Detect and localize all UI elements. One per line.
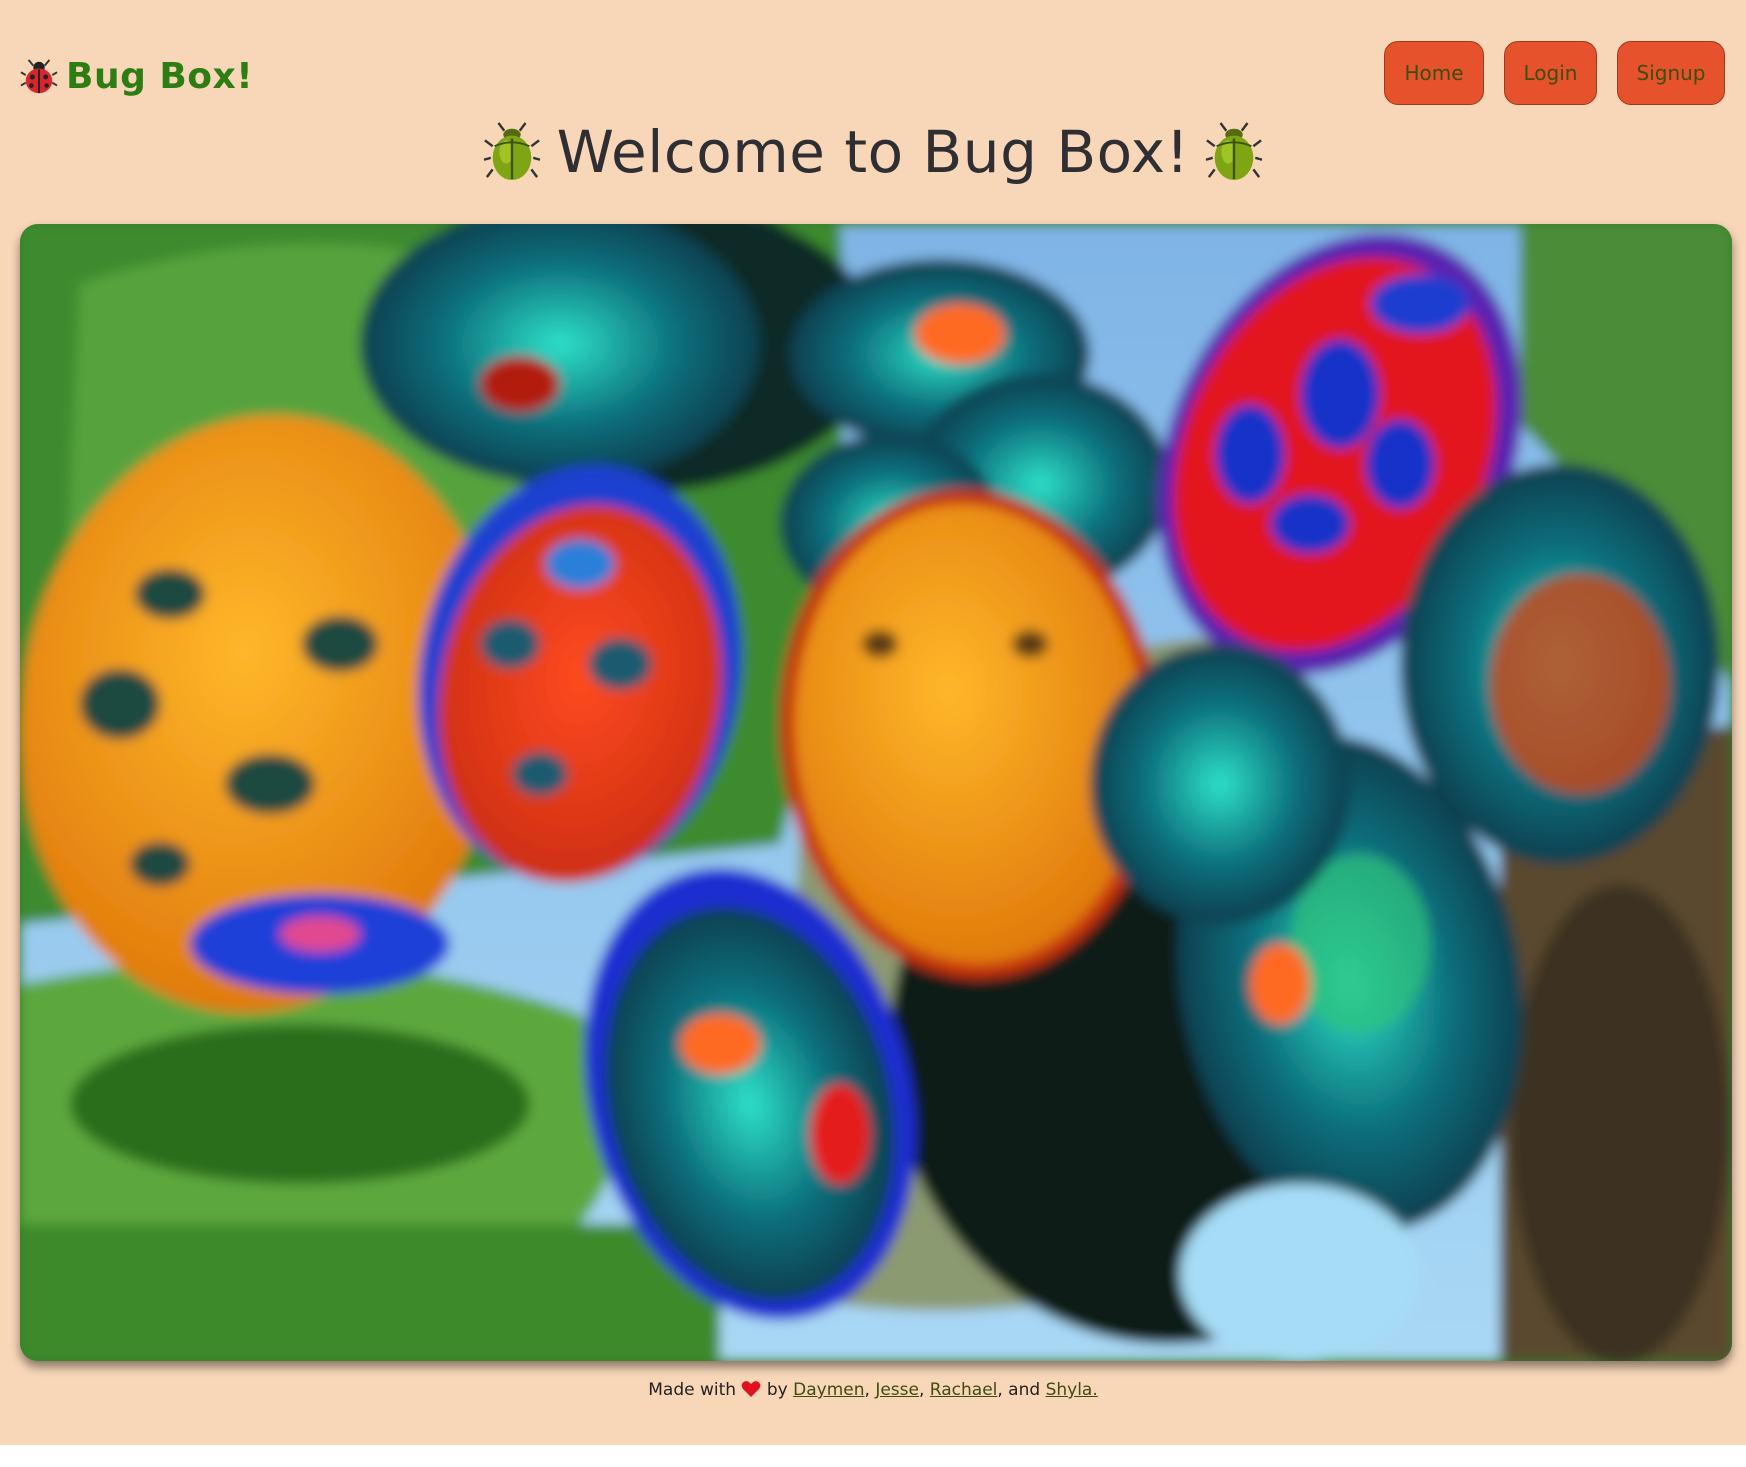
author-link-daymen[interactable]: Daymen [793, 1380, 864, 1400]
footer-separator: , and [997, 1380, 1041, 1400]
colorful-beetles-photo [20, 224, 1732, 1361]
login-button[interactable]: Login [1504, 41, 1597, 105]
footer-by: by [766, 1380, 788, 1400]
footer-separator: , [864, 1380, 870, 1400]
footer-made-with: Made with [648, 1380, 737, 1400]
heart-icon [742, 1381, 761, 1397]
beetle-icon [483, 122, 540, 181]
welcome-heading: Welcome to Bug Box! [0, 118, 1746, 186]
ladybug-icon [20, 58, 58, 93]
brand-title: Bug Box! [66, 56, 254, 97]
top-nav: Home Login Signup [1384, 41, 1725, 105]
author-link-rachael[interactable]: Rachael [930, 1380, 998, 1400]
page-title: Welcome to Bug Box! [556, 118, 1190, 186]
footer-separator: , [918, 1380, 925, 1400]
signup-button[interactable]: Signup [1617, 41, 1725, 105]
footer: Made with by Daymen, Jesse, Rachael, and… [0, 1380, 1746, 1400]
page: Bug Box! Home Login Signup Welcome to Bu… [0, 0, 1746, 1445]
author-link-shyla[interactable]: Shyla. [1046, 1380, 1098, 1400]
home-button[interactable]: Home [1384, 41, 1484, 105]
beetle-icon [1206, 122, 1263, 181]
brand-logo[interactable]: Bug Box! [20, 56, 253, 97]
author-link-jesse[interactable]: Jesse [875, 1380, 919, 1400]
